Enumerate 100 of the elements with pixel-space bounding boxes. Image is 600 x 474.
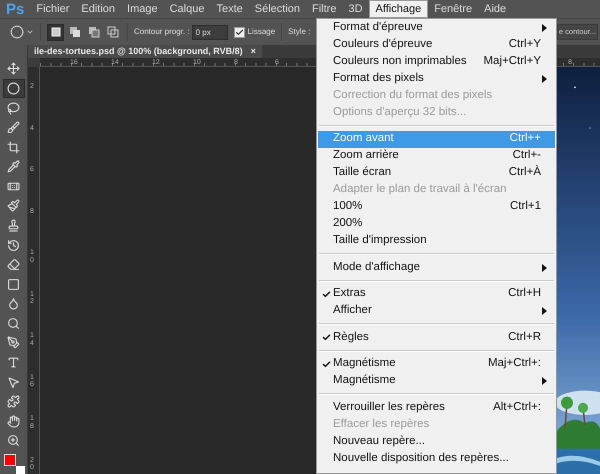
selection-mode-icon [106, 26, 118, 38]
menu-option[interactable]: Zoom arrière Ctrl+- [318, 148, 555, 164]
menu-option-label: Extras [333, 286, 367, 302]
crop-icon [7, 140, 20, 154]
menu-option[interactable]: Nouvelle disposition des repères... [318, 450, 555, 467]
foreground-swatch[interactable] [4, 454, 16, 466]
submenu-arrow-icon [542, 377, 547, 385]
check-icon [322, 333, 331, 342]
shape-icon [7, 395, 20, 408]
menu-option-label: Afficher [333, 303, 373, 318]
menu-option[interactable]: Format des pixels [318, 70, 555, 87]
menu-option[interactable]: Magnétisme [318, 372, 555, 390]
menu-option[interactable]: Taille d'impression [318, 232, 555, 250]
menu-option-label: Règles [333, 330, 370, 345]
menu-option[interactable]: Afficher [318, 302, 555, 320]
selection-mode-button[interactable] [47, 24, 64, 40]
marquee-tool-picker[interactable] [10, 25, 34, 39]
menu-option-label: 100% [333, 199, 364, 214]
menu-item[interactable]: 3D [342, 0, 369, 18]
menu-option-label: Verrouiller les repères [333, 400, 446, 415]
antialias-checkbox[interactable] [234, 26, 245, 38]
pen-icon [7, 336, 20, 350]
menu-option[interactable]: Format d'épreuve [318, 19, 555, 36]
menu-option-label: Taille d'impression [333, 233, 428, 248]
move-icon [7, 62, 20, 76]
submenu-arrow-icon [542, 264, 547, 272]
caret-icon [26, 28, 34, 36]
menu-option-label: Correction du format des pixels [333, 88, 494, 103]
document-tab[interactable]: ile-des-tortues.psd @ 100% (background, RVB/8) × [28, 45, 262, 58]
selection-mode-icon [88, 26, 100, 38]
background-swatch[interactable] [16, 466, 24, 474]
shortcut-label: Ctrl+Y [508, 36, 541, 52]
droplet-icon [7, 297, 20, 310]
menu-option[interactable]: Extras Ctrl+H [318, 286, 555, 302]
check-icon [322, 360, 331, 368]
menu-option[interactable]: Magnétisme Maj+Ctrl+: [318, 356, 555, 372]
history-icon [7, 238, 20, 252]
document-title: ile-des-tortues.psd @ 100% (background, RVB/8) [34, 44, 243, 58]
ellipse-icon [10, 25, 24, 39]
menu-option[interactable]: Règles Ctrl+R [318, 329, 555, 346]
menu-option-label: Couleurs non imprimables [333, 54, 468, 69]
menu-item[interactable]: Aide [478, 0, 512, 18]
menu-option-label: Options d'aperçu 32 bits... [333, 104, 468, 120]
menu-option[interactable]: Verrouiller les repères Alt+Ctrl+: [318, 399, 555, 416]
menu-option-label: Format d'épreuve [333, 20, 424, 35]
bandage-icon [7, 180, 20, 193]
magnifier-icon [7, 316, 20, 330]
submenu-arrow-icon [542, 24, 547, 32]
ellipse-icon [7, 82, 20, 95]
selection-mode-icon [68, 26, 80, 38]
menu-item[interactable]: Fichier [30, 0, 76, 18]
shortcut-label: Alt+Ctrl+: [493, 400, 541, 415]
shortcut-label: Ctrl+1 [510, 199, 541, 214]
menu-item[interactable]: Texte [210, 0, 249, 18]
menu-item[interactable]: Filtre [306, 0, 342, 18]
menu-option-label: 200% [333, 216, 364, 232]
menu-item[interactable]: Edition [75, 0, 122, 18]
menu-item[interactable]: Sélection [248, 0, 306, 18]
menu-item[interactable]: Image [121, 0, 164, 18]
menu-item[interactable]: Fenêtre [428, 0, 478, 18]
menu-item[interactable]: Affichage [368, 0, 428, 18]
menu-option-label: Magnétisme [333, 356, 397, 372]
menu-option-label: Magnétisme [333, 373, 397, 388]
type-icon [7, 356, 20, 369]
menu-option[interactable]: 100% Ctrl+1 [318, 198, 555, 216]
menu-option[interactable]: Taille écran Ctrl+À [318, 164, 555, 182]
shortcut-label: Ctrl+À [508, 164, 541, 180]
zoom-icon [7, 434, 20, 448]
style-label: Style : [288, 26, 310, 38]
arrow-pointer-icon [7, 376, 20, 388]
shortcut-label: Maj+Ctrl+Y [483, 54, 541, 69]
feather-field[interactable]: 0 px [192, 24, 228, 40]
menu-option[interactable]: 200% [318, 216, 555, 232]
menu-option[interactable]: Mode d'affichage [318, 259, 555, 276]
menu-option-label: Nouvelle disposition des repères... [333, 450, 510, 466]
menu-option-label: Mode d'affichage [333, 260, 422, 275]
menu-option-label: Format des pixels [333, 70, 425, 86]
close-button[interactable]: × [250, 44, 256, 58]
check-icon [234, 28, 244, 36]
menu-option-label: Taille écran [333, 165, 392, 180]
menu-option[interactable]: Nouveau repère... [318, 433, 555, 450]
hand-icon [7, 414, 20, 428]
menu-option-label: Nouveau repère... [333, 434, 426, 449]
menu-option-label: Effacer les repères [333, 416, 430, 432]
antialias-label: Lissage [248, 26, 276, 38]
menu-option-label: Zoom arrière [333, 148, 400, 164]
selection-mode-icon [50, 26, 62, 38]
menu-option[interactable]: Couleurs d'épreuve Ctrl+Y [318, 36, 555, 53]
tool-button[interactable] [2, 79, 24, 98]
eraser-icon [7, 258, 20, 272]
stamp-icon [7, 219, 20, 232]
shortcut-label: Maj+Ctrl+: [488, 356, 541, 372]
menu-option[interactable]: Couleurs non imprimables Maj+Ctrl+Y [318, 53, 555, 70]
submenu-arrow-icon [542, 74, 547, 82]
check-icon [322, 290, 331, 298]
menu-option-label: Couleurs d'épreuve [333, 36, 434, 52]
shortcut-label: Ctrl++ [510, 131, 541, 146]
shortcut-label: Ctrl+H [508, 286, 541, 302]
menu-option-label: Zoom avant [333, 131, 395, 146]
menu-item[interactable]: Calque [164, 0, 210, 18]
